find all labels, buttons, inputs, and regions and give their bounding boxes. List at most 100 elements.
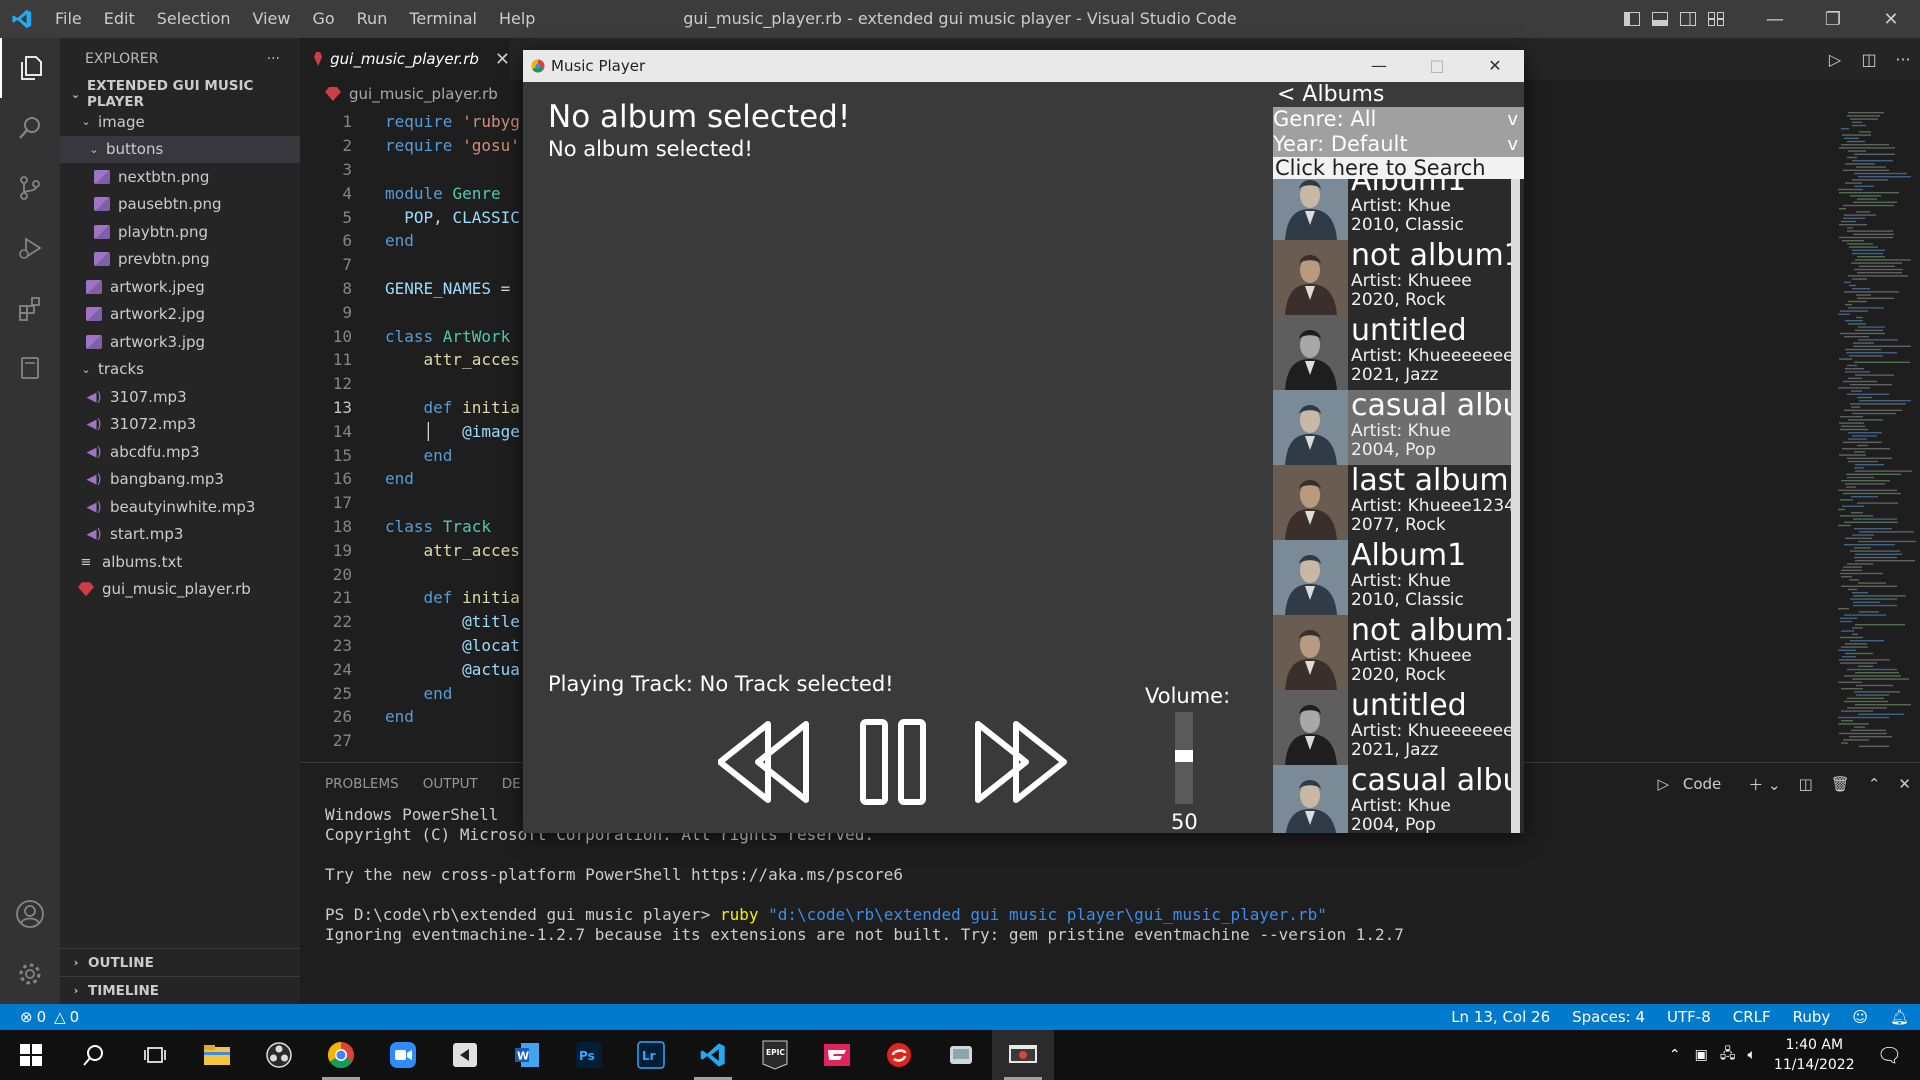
- album-search-input[interactable]: Click here to Search: [1273, 157, 1524, 179]
- breadcrumb-file[interactable]: gui_music_player.rb: [349, 85, 498, 103]
- photoshop-app-icon[interactable]: Ps: [558, 1030, 620, 1080]
- menu-file[interactable]: File: [44, 0, 93, 38]
- tree-item[interactable]: ⌄ tracks: [60, 356, 300, 384]
- tab-gui-music-player[interactable]: gui_music_player.rb ✕: [300, 38, 510, 80]
- tab-output[interactable]: OUTPUT: [411, 776, 490, 792]
- account-icon[interactable]: [0, 884, 60, 944]
- windows-start-icon[interactable]: [0, 1030, 62, 1080]
- extensions-icon[interactable]: [0, 278, 60, 338]
- previous-track-icon[interactable]: [718, 721, 809, 803]
- run-file-icon[interactable]: ▷: [1818, 50, 1852, 69]
- pause-icon[interactable]: [860, 719, 926, 805]
- genre-filter[interactable]: Genre: All v: [1273, 107, 1524, 132]
- line-ending[interactable]: CRLF: [1722, 1008, 1782, 1026]
- new-terminal-icon[interactable]: ＋ ⌄: [1739, 774, 1789, 795]
- task-view-icon[interactable]: [124, 1030, 186, 1080]
- obs-app-icon[interactable]: [248, 1030, 310, 1080]
- customize-layout-icon[interactable]: [1702, 0, 1730, 38]
- album-list-item[interactable]: Album1 Artist: Khue 2010, Classic: [1273, 179, 1511, 240]
- tree-item[interactable]: artwork3.jpg: [60, 328, 300, 356]
- album-list-item[interactable]: not album1 Artist: Khueee 2020, Rock: [1273, 615, 1511, 690]
- word-app-icon[interactable]: W: [496, 1030, 558, 1080]
- feedback-icon[interactable]: ☺: [1841, 1008, 1879, 1026]
- album-list-item[interactable]: Album1 Artist: Khue 2010, Classic: [1273, 540, 1511, 615]
- album-list-scrollbar[interactable]: [1511, 179, 1520, 833]
- encoding[interactable]: UTF-8: [1656, 1008, 1722, 1026]
- network-icon[interactable]: 🖧︎: [1714, 1043, 1742, 1067]
- menu-selection[interactable]: Selection: [146, 0, 242, 38]
- search-icon[interactable]: [0, 98, 60, 158]
- unity-app-icon[interactable]: [434, 1030, 496, 1080]
- albums-back-button[interactable]: < Albums: [1273, 82, 1524, 107]
- tree-item[interactable]: ◀) beautyinwhite.mp3: [60, 493, 300, 521]
- next-track-icon[interactable]: [975, 721, 1067, 803]
- zoom-app-icon[interactable]: [372, 1030, 434, 1080]
- terminal-profile[interactable]: ▷︎ Code: [1649, 775, 1740, 793]
- tree-item[interactable]: ◀) 31072.mp3: [60, 411, 300, 439]
- language-mode[interactable]: Ruby: [1782, 1008, 1842, 1026]
- cloud-app-icon[interactable]: [930, 1030, 992, 1080]
- menu-view[interactable]: View: [242, 0, 302, 38]
- project-folder-header[interactable]: ⌄ EXTENDED GUI MUSIC PLAYER: [60, 78, 300, 110]
- tree-item[interactable]: playbtn.png: [60, 218, 300, 246]
- kill-terminal-icon[interactable]: 🗑︎: [1822, 775, 1859, 793]
- problems-status[interactable]: ⊗ 0 △ 0: [0, 1008, 79, 1026]
- notification-center-icon[interactable]: 🗨︎: [1867, 1043, 1920, 1067]
- tree-item[interactable]: ◀) abcdfu.mp3: [60, 438, 300, 466]
- menu-help[interactable]: Help: [488, 0, 546, 38]
- album-list-item[interactable]: not album1 Artist: Khueee 2020, Rock: [1273, 240, 1511, 315]
- year-filter[interactable]: Year: Default v: [1273, 132, 1524, 157]
- album-list-item[interactable]: last albumArtist: Khueee1234562077, Rock: [1273, 465, 1511, 540]
- tree-item[interactable]: ◀) 3107.mp3: [60, 383, 300, 411]
- tree-item[interactable]: ◀) bangbang.mp3: [60, 466, 300, 494]
- close-tab-icon[interactable]: ✕: [495, 49, 510, 70]
- split-editor-icon[interactable]: ◫: [1852, 50, 1886, 69]
- menu-run[interactable]: Run: [346, 0, 399, 38]
- forza-app-icon[interactable]: [806, 1030, 868, 1080]
- tree-item[interactable]: pausebtn.png: [60, 191, 300, 219]
- editor-more-icon[interactable]: ···: [1886, 50, 1920, 69]
- more-actions-icon[interactable]: ···: [267, 51, 280, 67]
- tree-item[interactable]: artwork2.jpg: [60, 301, 300, 329]
- tree-item[interactable]: prevbtn.png: [60, 246, 300, 274]
- vscode-app-icon[interactable]: [682, 1030, 744, 1080]
- indentation[interactable]: Spaces: 4: [1561, 1008, 1656, 1026]
- maximize-panel-icon[interactable]: ⌃: [1859, 775, 1890, 793]
- notifications-bell-icon[interactable]: 🔔︎: [1879, 1008, 1920, 1026]
- timeline-section-header[interactable]: › TIMELINE: [60, 976, 300, 1004]
- album-list-item[interactable]: casual albumArtist: Khue2004, Pop: [1273, 390, 1511, 465]
- menu-edit[interactable]: Edit: [93, 0, 146, 38]
- toggle-panel-icon[interactable]: [1646, 0, 1674, 38]
- tree-item[interactable]: gui_music_player.rb: [60, 576, 300, 604]
- player-maximize-icon[interactable]: □: [1408, 50, 1466, 82]
- garena-app-icon[interactable]: [868, 1030, 930, 1080]
- album-list-item[interactable]: untitled Artist: Khueeeeeeee 2021, Jazz: [1273, 315, 1511, 390]
- tree-item[interactable]: ⌄ buttons: [60, 135, 300, 163]
- settings-gear-icon[interactable]: [0, 944, 60, 1004]
- minimize-icon[interactable]: —: [1746, 0, 1804, 38]
- player-minimize-icon[interactable]: —: [1350, 50, 1408, 82]
- tree-item[interactable]: nextbtn.png: [60, 163, 300, 191]
- tree-item[interactable]: ⌄ image: [60, 108, 300, 136]
- run-debug-icon[interactable]: [0, 218, 60, 278]
- close-window-icon[interactable]: ✕: [1862, 0, 1920, 38]
- tree-item[interactable]: ◀) start.mp3: [60, 521, 300, 549]
- chrome-app-icon[interactable]: [310, 1030, 372, 1080]
- tray-device-icon[interactable]: ▣: [1689, 1047, 1714, 1063]
- tree-item[interactable]: ≡ albums.txt: [60, 548, 300, 576]
- file-explorer-app-icon[interactable]: [186, 1030, 248, 1080]
- toggle-sidebar-icon[interactable]: [1618, 0, 1646, 38]
- close-panel-icon[interactable]: ✕: [1889, 775, 1920, 793]
- volume-icon[interactable]: 🔈︎: [1742, 1047, 1762, 1063]
- music-player-titlebar[interactable]: Music Player — □ ✕: [523, 50, 1524, 82]
- clock[interactable]: 1:40 AM 11/14/2022: [1762, 1035, 1867, 1075]
- music-player-app-icon[interactable]: [992, 1030, 1054, 1080]
- taskbar-search-icon[interactable]: [62, 1030, 124, 1080]
- menu-terminal[interactable]: Terminal: [398, 0, 488, 38]
- epic-games-app-icon[interactable]: EPIC: [744, 1030, 806, 1080]
- tree-item[interactable]: artwork.jpeg: [60, 273, 300, 301]
- minimap[interactable]: [1800, 108, 1920, 758]
- restore-icon[interactable]: ❐: [1804, 0, 1862, 38]
- lightroom-app-icon[interactable]: Lr: [620, 1030, 682, 1080]
- album-list-item[interactable]: untitled Artist: Khueeeeeeee 2021, Jazz: [1273, 690, 1511, 765]
